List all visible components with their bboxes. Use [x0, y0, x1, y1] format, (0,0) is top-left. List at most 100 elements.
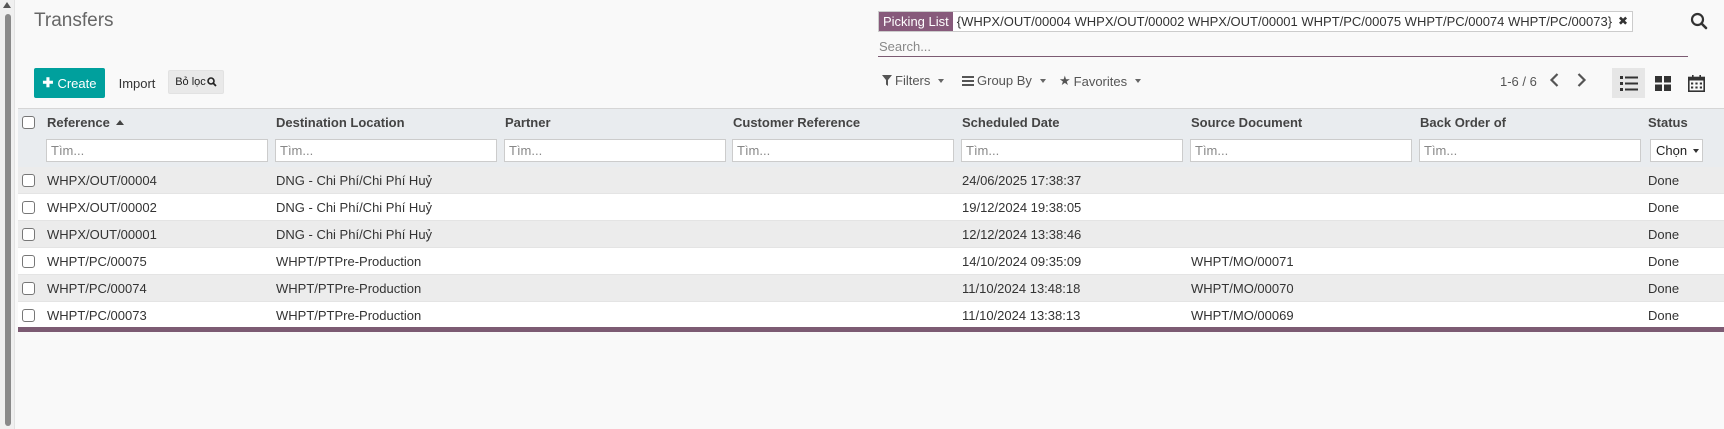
search-small-icon — [206, 77, 217, 87]
table-footer-bar — [18, 327, 1724, 332]
filter-select-value: Chọn — [1656, 143, 1688, 158]
column-header-backorder[interactable]: Back Order of — [1420, 115, 1506, 130]
chevron-right-icon[interactable] — [1574, 72, 1588, 88]
row-checkbox[interactable] — [22, 255, 35, 268]
row-checkbox[interactable] — [22, 309, 35, 322]
chevron-down-icon — [1135, 79, 1142, 83]
search-bar: Picking List {WHPX/OUT/00004 WHPX/OUT/00… — [878, 10, 1688, 57]
column-header-reference[interactable]: Reference — [47, 115, 124, 130]
cell-reference: WHPT/PC/00075 — [47, 254, 147, 269]
filters-dropdown[interactable]: Filters — [882, 73, 945, 88]
groupby-label: Group By — [977, 73, 1032, 88]
cell-status: Done — [1648, 281, 1680, 296]
cell-reference: WHPX/OUT/00002 — [47, 200, 157, 215]
cell-destination: DNG - Chi Phí/Chi Phí Huỷ — [276, 173, 433, 188]
filter-input-source-document[interactable] — [1190, 139, 1412, 162]
cell-destination: DNG - Chi Phí/Chi Phí Huỷ — [276, 200, 433, 215]
cell-reference: WHPX/OUT/00004 — [47, 173, 157, 188]
create-button[interactable]: ✚ Create — [34, 68, 105, 98]
filters-label: Filters — [895, 73, 931, 88]
favorites-label: Favorites — [1073, 73, 1128, 89]
cell-scheduled-date: 11/10/2024 13:48:18 — [962, 281, 1081, 296]
cell-scheduled-date: 12/12/2024 13:38:46 — [962, 227, 1082, 242]
favorites-dropdown[interactable]: ★ Favorites — [1059, 73, 1142, 89]
cell-source-document: WHPT/MO/00069 — [1191, 308, 1294, 323]
chevron-down-icon — [938, 78, 945, 83]
facet-value: {WHPX/OUT/00004 WHPX/OUT/00002 WHPX/OUT/… — [956, 14, 1613, 29]
filter-input-backorder[interactable] — [1419, 139, 1641, 162]
filter-input-reference[interactable] — [46, 139, 268, 162]
cell-scheduled-date: 11/10/2024 13:38:13 — [962, 308, 1081, 323]
column-header-status[interactable]: Status — [1648, 115, 1688, 130]
list-view-button[interactable] — [1612, 68, 1645, 98]
filter-input-scheduled-date[interactable] — [961, 139, 1183, 162]
facet-remove-icon[interactable]: ✖ — [1616, 12, 1632, 31]
cell-source-document: WHPT/MO/00071 — [1191, 254, 1294, 269]
table-row[interactable]: WHPT/PC/00075 WHPT/PTPre-Production 14/1… — [18, 248, 1724, 275]
row-checkbox[interactable] — [22, 282, 35, 295]
chevron-left-icon[interactable] — [1548, 72, 1562, 88]
table-row[interactable]: WHPX/OUT/00004 DNG - Chi Phí/Chi Phí Huỷ… — [18, 167, 1724, 194]
scroll-up-arrow-icon[interactable] — [3, 2, 11, 8]
table-row[interactable]: WHPX/OUT/00001 DNG - Chi Phí/Chi Phí Huỷ… — [18, 221, 1724, 248]
cell-status: Done — [1648, 308, 1680, 323]
table-row[interactable]: WHPX/OUT/00002 DNG - Chi Phí/Chi Phí Huỷ… — [18, 194, 1724, 221]
kanban-view-button[interactable] — [1646, 68, 1679, 98]
plus-icon: ✚ — [42, 75, 54, 90]
cell-reference: WHPX/OUT/00001 — [47, 227, 157, 242]
list-bars-icon — [962, 75, 974, 86]
filter-select-status[interactable]: Chọn — [1650, 139, 1703, 162]
cell-status: Done — [1648, 200, 1680, 215]
chevron-down-icon — [1693, 148, 1700, 153]
cell-destination: WHPT/PTPre-Production — [276, 308, 422, 323]
transfers-page: Transfers Picking List {WHPX/OUT/00004 W… — [0, 0, 1724, 429]
table-row[interactable]: WHPT/PC/00074 WHPT/PTPre-Production 11/1… — [18, 275, 1724, 302]
column-header-scheduled-date[interactable]: Scheduled Date — [962, 115, 1060, 130]
search-icon[interactable] — [1690, 12, 1712, 34]
list-view-icon — [1619, 75, 1638, 91]
column-header-partner[interactable]: Partner — [505, 115, 551, 130]
row-checkbox[interactable] — [22, 201, 35, 214]
search-input[interactable] — [878, 36, 1684, 56]
row-checkbox[interactable] — [22, 228, 35, 241]
cell-reference: WHPT/PC/00073 — [47, 308, 147, 323]
window-scrollbar[interactable] — [0, 0, 15, 429]
chevron-down-icon — [1039, 78, 1046, 83]
search-facet: Picking List {WHPX/OUT/00004 WHPX/OUT/00… — [878, 11, 1634, 32]
table-header: Reference Destination Location Partner C… — [18, 108, 1724, 167]
filter-input-partner[interactable] — [504, 139, 726, 162]
cell-destination: DNG - Chi Phí/Chi Phí Huỷ — [276, 227, 433, 242]
groupby-dropdown[interactable]: Group By — [962, 73, 1046, 88]
kanban-view-icon — [1654, 75, 1671, 91]
pager-value[interactable]: 1-6 / 6 — [1500, 74, 1537, 89]
column-header-customer-reference[interactable]: Customer Reference — [733, 115, 860, 130]
cell-source-document: WHPT/MO/00070 — [1191, 281, 1294, 296]
column-header-destination[interactable]: Destination Location — [276, 115, 405, 130]
filter-input-destination[interactable] — [275, 139, 497, 162]
create-button-label: Create — [57, 75, 97, 91]
cell-scheduled-date: 19/12/2024 19:38:05 — [962, 200, 1082, 215]
filter-input-customer-reference[interactable] — [732, 139, 954, 162]
calendar-view-button[interactable] — [1680, 68, 1713, 98]
page-title: Transfers — [34, 10, 114, 31]
star-icon: ★ — [1059, 73, 1071, 88]
cell-status: Done — [1648, 227, 1680, 242]
cell-destination: WHPT/PTPre-Production — [276, 254, 422, 269]
calendar-view-icon — [1688, 74, 1705, 92]
sort-ascending-icon — [115, 120, 124, 125]
clear-filter-label: Bỏ lọc — [175, 76, 206, 88]
scrollbar-thumb[interactable] — [5, 14, 11, 426]
import-button[interactable]: Import — [112, 68, 162, 98]
filter-icon — [882, 75, 892, 86]
column-header-source-document[interactable]: Source Document — [1191, 115, 1302, 130]
facet-label: Picking List — [879, 12, 953, 31]
cell-status: Done — [1648, 254, 1680, 269]
cell-reference: WHPT/PC/00074 — [47, 281, 147, 296]
clear-filter-button[interactable]: Bỏ lọc — [168, 70, 224, 94]
row-checkbox[interactable] — [22, 174, 35, 187]
table-row[interactable]: WHPT/PC/00073 WHPT/PTPre-Production 11/1… — [18, 302, 1724, 329]
cell-destination: WHPT/PTPre-Production — [276, 281, 422, 296]
select-all-checkbox[interactable] — [22, 116, 35, 129]
cell-scheduled-date: 24/06/2025 17:38:37 — [962, 173, 1082, 188]
cell-scheduled-date: 14/10/2024 09:35:09 — [962, 254, 1082, 269]
